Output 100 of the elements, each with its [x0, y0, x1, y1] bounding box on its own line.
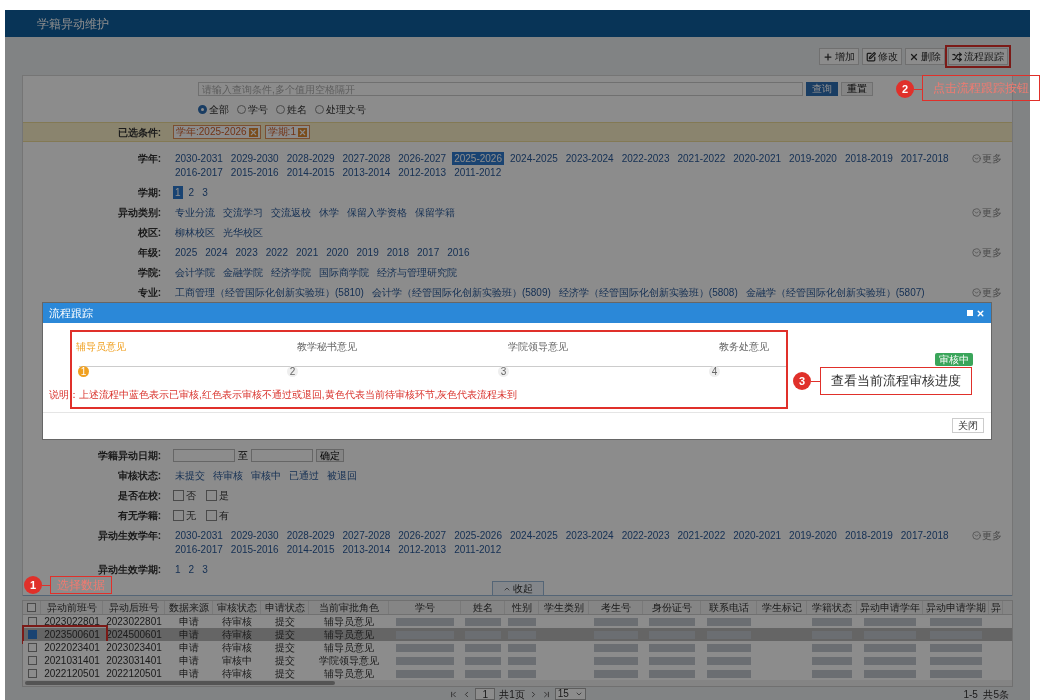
filter-option[interactable]: 2019-2020: [787, 151, 839, 165]
filter-option[interactable]: 1: [173, 562, 183, 576]
more-link[interactable]: 更多: [972, 245, 1012, 259]
column-header[interactable]: 学生类别: [543, 601, 584, 614]
filter-option[interactable]: 2012-2013: [396, 542, 449, 556]
column-header[interactable]: 性别: [511, 601, 532, 614]
filter-option[interactable]: 2028-2029: [284, 151, 337, 165]
filter-option[interactable]: 2017-2018: [898, 151, 951, 165]
first-page-icon[interactable]: [449, 689, 459, 699]
filter-option[interactable]: 经济与管理研究院: [375, 265, 459, 279]
more-link[interactable]: 更多: [972, 528, 1012, 542]
filter-option[interactable]: 2013-2014: [340, 542, 393, 556]
filter-option[interactable]: 会计学院: [173, 265, 217, 279]
filter-option[interactable]: 2025-2026: [452, 151, 504, 165]
column-header[interactable]: 申请状态: [264, 601, 305, 614]
checkbox[interactable]: [27, 669, 37, 678]
last-page-icon[interactable]: [541, 689, 551, 699]
filter-option[interactable]: 保留入学资格: [345, 205, 409, 219]
toolbar-button[interactable]: 删除: [905, 48, 945, 65]
filter-option[interactable]: 2030-2031: [173, 151, 225, 165]
filter-option[interactable]: 2028-2029: [284, 528, 337, 542]
filter-option[interactable]: 2018: [384, 245, 411, 259]
filter-option[interactable]: 国际商学院: [317, 265, 371, 279]
column-header[interactable]: 审核状态: [216, 601, 257, 614]
more-link[interactable]: 更多: [972, 205, 1012, 219]
filter-option[interactable]: 2029-2030: [228, 151, 281, 165]
filter-option[interactable]: 保留学籍: [413, 205, 457, 219]
page-field[interactable]: 1: [475, 688, 496, 700]
filter-option[interactable]: 工商管理（经管国际化创新实验班）(5810): [173, 285, 366, 299]
filter-option[interactable]: 2025: [173, 245, 200, 259]
column-header[interactable]: 异: [990, 601, 1001, 614]
filter-option[interactable]: 2015-2016: [228, 542, 281, 556]
filter-option[interactable]: 2026-2027: [396, 528, 449, 542]
radio-button[interactable]: [315, 105, 324, 114]
toolbar-button[interactable]: 增加: [819, 48, 859, 65]
condition-tag[interactable]: 学年:2025-2026: [173, 125, 261, 139]
filter-option[interactable]: 2016-2017: [173, 542, 225, 556]
filter-option[interactable]: 2024-2025: [507, 151, 560, 165]
close-button[interactable]: 关闭: [952, 418, 984, 433]
filter-option[interactable]: 2020-2021: [731, 151, 784, 165]
filter-option[interactable]: 2020-2021: [731, 528, 784, 542]
radio-button[interactable]: [276, 105, 285, 114]
filter-option[interactable]: 1: [173, 185, 183, 199]
filter-option[interactable]: 2011-2012: [452, 542, 504, 556]
filter-option[interactable]: 2012-2013: [396, 165, 449, 179]
filter-option[interactable]: 2018-2019: [842, 528, 895, 542]
filter-option[interactable]: 被退回: [325, 468, 359, 482]
radio-button[interactable]: [198, 105, 207, 114]
filter-option[interactable]: 2030-2031: [173, 528, 225, 542]
filter-option[interactable]: 2019: [354, 245, 381, 259]
column-header[interactable]: 身份证号: [651, 601, 692, 614]
filter-option[interactable]: 2022-2023: [619, 151, 672, 165]
checkbox[interactable]: [173, 509, 184, 521]
filter-option[interactable]: 2017-2018: [898, 528, 951, 542]
filter-option[interactable]: 2011-2012: [452, 165, 504, 179]
page-size-select[interactable]: 15: [554, 688, 586, 700]
filter-option[interactable]: 待审核: [211, 468, 245, 482]
condition-tag[interactable]: 学期:1: [264, 125, 310, 139]
filter-option[interactable]: 专业分流: [173, 205, 217, 219]
filter-option[interactable]: 2013-2014: [340, 165, 393, 179]
confirm-button[interactable]: 确定: [316, 448, 344, 462]
filter-option[interactable]: 金融学院: [221, 265, 265, 279]
column-header[interactable]: 学籍状态: [811, 601, 852, 614]
date-field[interactable]: [173, 448, 235, 462]
filter-option[interactable]: 2022-2023: [619, 528, 672, 542]
column-header[interactable]: 学号: [414, 601, 435, 614]
filter-option[interactable]: 2016: [445, 245, 472, 259]
filter-option[interactable]: 柳林校区: [173, 225, 217, 239]
filter-option[interactable]: 经济学院: [269, 265, 313, 279]
filter-option[interactable]: 2020: [324, 245, 351, 259]
checkbox[interactable]: [27, 617, 37, 626]
filter-option[interactable]: 3: [200, 562, 210, 576]
collapse-tab[interactable]: 收起: [491, 581, 544, 595]
filter-option[interactable]: 交流返校: [269, 205, 313, 219]
filter-option[interactable]: 2021-2022: [675, 151, 728, 165]
checkbox[interactable]: [27, 643, 37, 652]
filter-option[interactable]: 2015-2016: [228, 165, 281, 179]
table-row[interactable]: 2023500601 2024500601 申请 待审核 提交 辅导员意见: [23, 628, 1012, 641]
column-header[interactable]: 异动申请学期: [925, 601, 986, 614]
filter-option[interactable]: 2: [186, 562, 197, 576]
toolbar-button[interactable]: 流程跟踪: [948, 48, 1008, 65]
checkbox[interactable]: [27, 656, 37, 665]
filter-option[interactable]: 2024-2025: [507, 528, 560, 542]
filter-option[interactable]: 2021: [294, 245, 321, 259]
column-header[interactable]: 学生标记: [761, 601, 802, 614]
filter-option[interactable]: 未提交: [173, 468, 207, 482]
column-header[interactable]: 异动后班号: [108, 601, 159, 614]
filter-option[interactable]: 2016-2017: [173, 165, 225, 179]
filter-option[interactable]: 2023-2024: [563, 528, 616, 542]
filter-option[interactable]: 2029-2030: [228, 528, 281, 542]
column-header[interactable]: 联系电话: [708, 601, 749, 614]
date-field[interactable]: [251, 448, 313, 462]
filter-option[interactable]: 2027-2028: [340, 528, 393, 542]
filter-option[interactable]: 2023: [233, 245, 260, 259]
column-header[interactable]: 当前审批角色: [318, 601, 379, 614]
horizontal-scrollbar[interactable]: [23, 680, 1012, 686]
column-header[interactable]: 异动申请学年: [859, 601, 920, 614]
search-button[interactable]: 重置: [841, 82, 873, 96]
close-icon[interactable]: [976, 308, 985, 318]
checkbox[interactable]: [206, 509, 217, 521]
